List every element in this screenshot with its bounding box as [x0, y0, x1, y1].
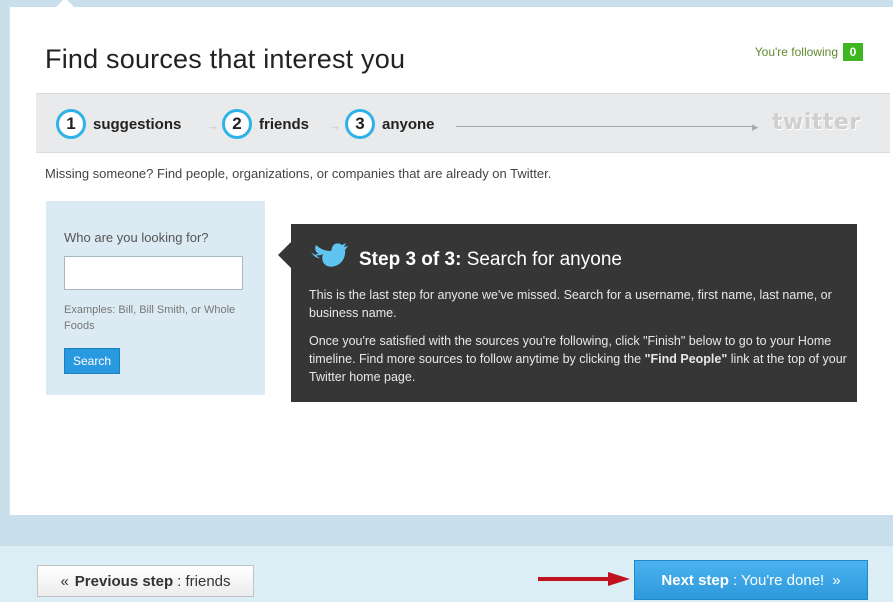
following-counter: You're following 0: [755, 43, 863, 61]
double-chevron-right-icon: »: [832, 571, 841, 589]
arrow-right-icon: →: [328, 118, 341, 133]
find-people-emphasis: "Find People": [644, 352, 728, 366]
next-step-label: Next step: [661, 571, 729, 589]
step-label: friends: [259, 115, 310, 133]
previous-step-label: Previous step: [74, 572, 174, 590]
step-friends: 2 friends: [222, 109, 309, 139]
next-step-target: : You're done!: [732, 571, 825, 589]
steps-progress-bar: 1 suggestions → 2 friends → 3 anyone ▸ t…: [36, 93, 890, 153]
search-examples-hint: Examples: Bill, Bill Smith, or Whole Foo…: [64, 304, 236, 332]
step-suggestions: 1 suggestions: [56, 109, 181, 139]
step-label: anyone: [382, 115, 435, 133]
step-anyone: 3 anyone: [345, 109, 435, 139]
step-tip-tooltip: Step 3 of 3: Search for anyone This is t…: [278, 224, 857, 402]
following-count-badge: 0: [843, 43, 863, 61]
progress-line: [456, 126, 756, 127]
tip-pointer: [278, 242, 291, 268]
search-question-label: Who are you looking for?: [64, 230, 209, 245]
double-chevron-left-icon: «: [60, 572, 69, 590]
tip-paragraph-1: This is the last step for anyone we've m…: [309, 288, 832, 320]
tip-paragraph-2: Once you're satisfied with the sources y…: [309, 332, 849, 386]
step-number: 3: [345, 109, 375, 139]
twitter-bird-icon: [311, 243, 348, 267]
twitter-logo: twitter: [772, 110, 861, 135]
tip-title-step: Step 3 of 3:: [359, 249, 462, 270]
footer-bar: « Previous step : friends Next step : Yo…: [0, 545, 893, 602]
step-number: 2: [222, 109, 252, 139]
step-label: suggestions: [93, 115, 182, 133]
card-notch: [55, 0, 75, 8]
step-number: 1: [56, 109, 86, 139]
red-annotation-arrow-icon: [538, 572, 630, 586]
search-panel: Who are you looking for? Examples: Bill,…: [46, 201, 265, 395]
arrow-right-icon: →: [206, 118, 219, 133]
tip-title-text: Search for anyone: [466, 249, 622, 270]
following-label: You're following: [754, 45, 838, 59]
next-step-button[interactable]: Next step : You're done! »: [634, 560, 868, 600]
content-card: Find sources that interest you You're fo…: [9, 0, 893, 515]
page-title: Find sources that interest you: [45, 44, 406, 74]
search-input[interactable]: [64, 256, 243, 290]
intro-text: Missing someone? Find people, organizati…: [45, 166, 552, 181]
search-button[interactable]: Search: [64, 348, 121, 374]
previous-step-target: : friends: [177, 572, 231, 590]
tip-title: Step 3 of 3: Search for anyone: [359, 249, 622, 271]
progress-arrow-icon: ▸: [752, 119, 759, 134]
previous-step-button[interactable]: « Previous step : friends: [37, 565, 254, 597]
